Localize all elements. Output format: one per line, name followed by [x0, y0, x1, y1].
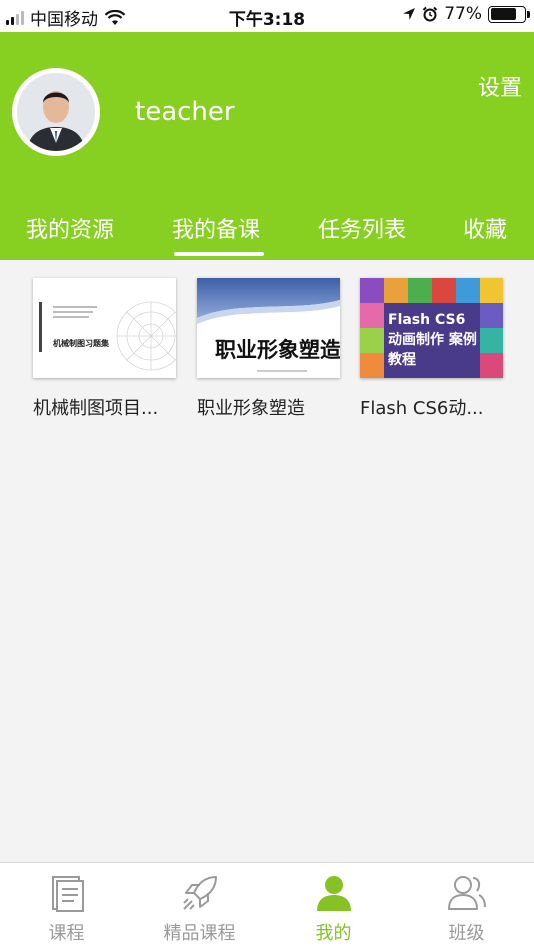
rocket-icon: [182, 876, 217, 910]
book-cover: 机械制图习题集: [33, 278, 176, 378]
tab-favorites[interactable]: 收藏: [463, 212, 507, 244]
cover-title: 职业形象塑造: [215, 338, 340, 362]
resource-grid: 机械制图习题集 机械制图项目... 职业形象塑造 职业形象塑造 Flash CS…: [0, 260, 534, 862]
tabbar-item-featured-courses[interactable]: 精品课程: [133, 863, 266, 950]
tab-task-list[interactable]: 任务列表: [318, 212, 406, 244]
profile-tabs: 我的资源 我的备课 任务列表 收藏: [0, 204, 534, 260]
status-bar: 中国移动 下午3:18 77%: [0, 0, 534, 32]
location-arrow-icon: [403, 8, 416, 20]
cover-title: Flash CS6 动画制作 案例教程: [388, 312, 477, 368]
resource-card[interactable]: 职业形象塑造 职业形象塑造: [197, 278, 345, 420]
tab-label: 任务列表: [318, 218, 407, 243]
tab-my-resources[interactable]: 我的资源: [26, 212, 114, 244]
group-icon: [447, 876, 486, 910]
cover-title: 机械制图习题集: [53, 339, 109, 348]
tab-my-lesson-prep[interactable]: 我的备课: [172, 212, 264, 256]
resource-title: 机械制图项目...: [33, 398, 159, 419]
book-cover-art: [33, 278, 176, 378]
tab-label: 我的资源: [26, 218, 115, 243]
tabbar-label: 班级: [448, 923, 485, 944]
resource-card[interactable]: 机械制图习题集 机械制图项目...: [33, 278, 181, 420]
tab-label: 收藏: [463, 218, 508, 243]
tabbar-label: 课程: [48, 923, 85, 944]
settings-button[interactable]: 设置: [478, 70, 522, 102]
tabbar-label: 精品课程: [163, 923, 236, 944]
tabbar-item-courses[interactable]: 课程: [0, 863, 133, 950]
battery-icon: [488, 5, 530, 23]
tabbar-item-mine[interactable]: 我的: [267, 863, 400, 950]
status-right: 77%: [402, 4, 530, 24]
resource-card[interactable]: Flash CS6 动画制作 案例教程 Flash CS6动...: [360, 278, 508, 420]
alarm-clock-icon: [422, 6, 438, 22]
document-icon: [51, 876, 84, 912]
resource-title: Flash CS6动...: [360, 398, 484, 419]
profile-header: teacher 设置 我的资源 我的备课 任务列表 收藏: [0, 32, 534, 260]
tabbar-item-class[interactable]: 班级: [400, 863, 533, 950]
tabbar-label: 我的: [315, 923, 352, 944]
active-tab-indicator: [174, 252, 264, 256]
battery-fill: [490, 8, 516, 20]
avatar[interactable]: [12, 68, 100, 156]
bottom-tab-bar: 课程 精品课程 我的 班级: [0, 862, 534, 950]
tab-label: 我的备课: [172, 218, 261, 243]
resource-title: 职业形象塑造: [197, 398, 305, 419]
book-cover: Flash CS6 动画制作 案例教程: [360, 278, 503, 378]
person-icon: [316, 876, 351, 911]
username: teacher: [135, 97, 235, 127]
person-photo-icon: [17, 73, 95, 151]
book-cover: 职业形象塑造: [197, 278, 340, 378]
battery-percent: 77%: [444, 4, 482, 24]
